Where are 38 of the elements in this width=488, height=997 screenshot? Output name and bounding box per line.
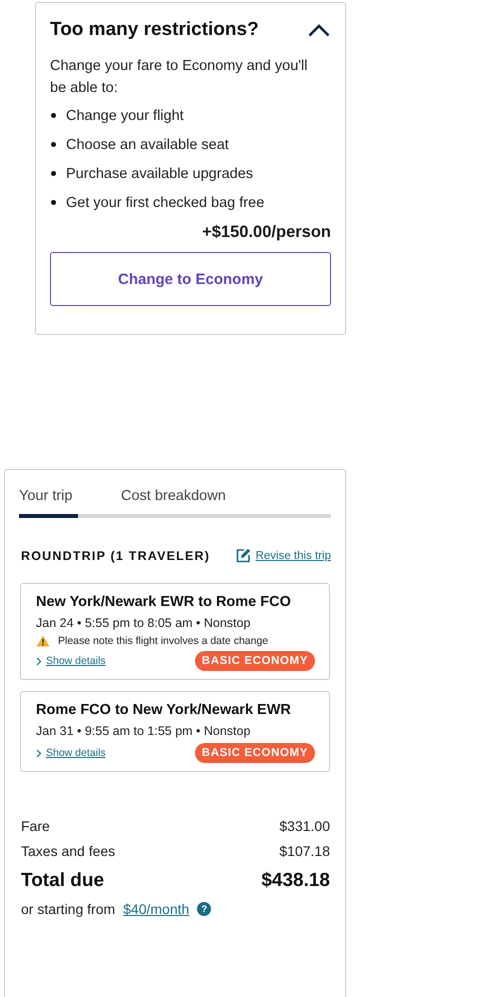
help-icon[interactable]: ?: [197, 902, 212, 916]
upgrade-price: +$150.00/person: [201, 223, 331, 242]
show-details-link[interactable]: Show details: [46, 747, 106, 759]
tab[interactable]: Cost breakdown: [78, 488, 226, 514]
trip-heading: ROUNDTRIP (1 TRAVELER): [21, 548, 210, 562]
chevron-icon[interactable]: [308, 24, 330, 36]
benefit-text: Choose an available seat: [66, 136, 229, 152]
upsell-title: Too many restrictions?: [50, 19, 259, 41]
financing-text: or starting from: [21, 901, 116, 917]
benefit-text: Purchase available upgrades: [66, 166, 254, 182]
chevron-right-icon[interactable]: [36, 748, 42, 758]
fare-badge: BASIC ECONOMY: [194, 743, 315, 763]
total-label: Total due: [21, 870, 104, 892]
benefit-text: Change your flight: [66, 108, 184, 124]
flight-route: Rome FCO to New York/Newark EWR: [36, 702, 292, 718]
warning-icon: [36, 635, 50, 647]
cost-label: Taxes and fees: [21, 842, 116, 858]
bullet-icon: [51, 142, 56, 147]
date-change-note: Please note this flight involves a date change: [58, 635, 268, 647]
monthly-price-link[interactable]: $40/month: [123, 901, 190, 917]
show-details-link[interactable]: Show details: [46, 655, 106, 667]
benefit-text: Get your first checked bag free: [66, 194, 264, 210]
bullet-icon: [51, 113, 56, 118]
chevron-right-icon[interactable]: [36, 656, 42, 666]
upsell-intro: Change your fare to Economy and you'll be able to:: [50, 57, 308, 98]
revise-trip-link[interactable]: Revise this trip: [256, 550, 331, 562]
bullet-icon: [51, 171, 56, 176]
cost-amount: $107.18: [279, 842, 330, 858]
fare-badge: BASIC ECONOMY: [194, 651, 315, 671]
cost-label: Fare: [21, 818, 50, 834]
total-amount: $438.18: [261, 870, 330, 892]
flight-schedule: Jan 31 • 9:55 am to 1:55 pm • Nonstop: [36, 724, 252, 738]
change-fare-button[interactable]: Change to Economy: [50, 252, 331, 306]
flight-route: New York/Newark EWR to Rome FCO: [36, 594, 292, 610]
edit-icon[interactable]: [236, 548, 251, 563]
cost-amount: $331.00: [279, 818, 330, 834]
flight-schedule: Jan 24 • 5:55 pm to 8:05 am • Nonstop: [36, 616, 252, 630]
bullet-icon: [51, 200, 56, 205]
